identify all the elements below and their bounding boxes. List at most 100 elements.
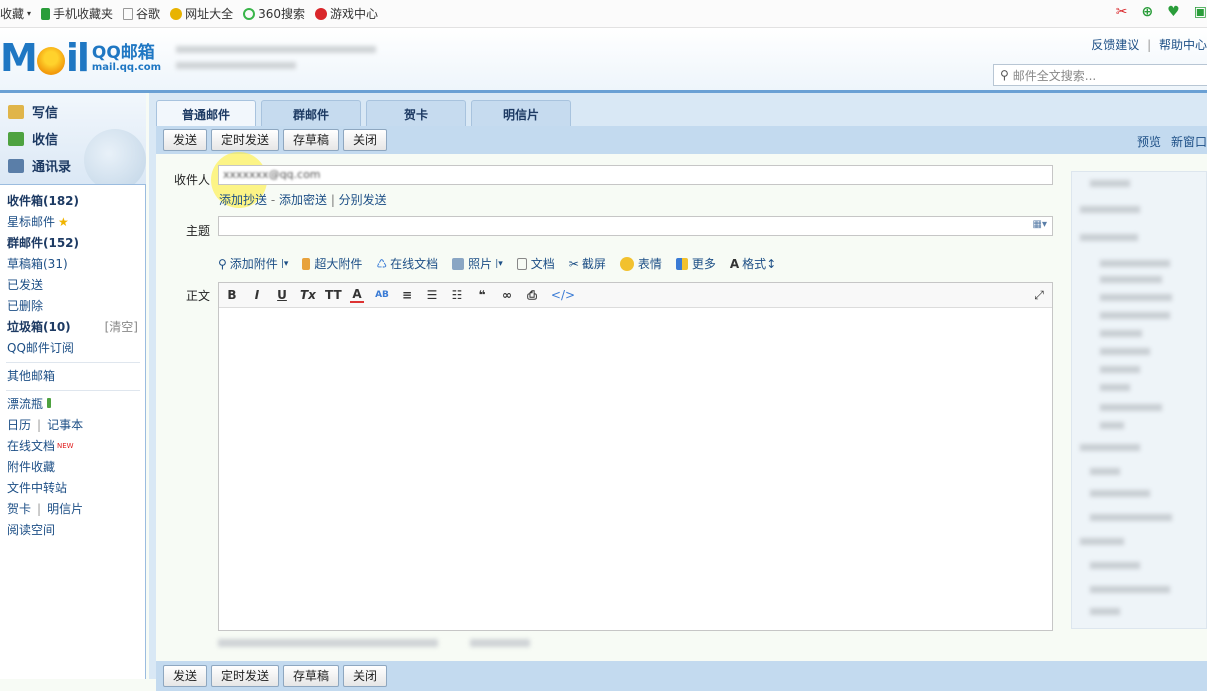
card-link[interactable]: 贺卡 xyxy=(7,502,31,516)
bookmark-360[interactable]: 360搜索 xyxy=(243,5,305,22)
new-badge: NEW xyxy=(57,442,74,450)
document-button[interactable]: 文档 xyxy=(516,255,555,272)
inbox-download-icon xyxy=(8,131,24,146)
bookmark-mobile[interactable]: 手机收藏夹 xyxy=(41,5,113,22)
mail-header: Mil QQ邮箱 mail.qq.com 反馈建议 | 帮助中心 ⚲ 邮件全文搜… xyxy=(0,28,1207,90)
gamepad-icon[interactable]: ▣ xyxy=(1194,4,1207,20)
close-button-bottom[interactable]: 关闭 xyxy=(343,665,388,687)
bookmark-favorites[interactable]: 收藏 ▾ xyxy=(0,5,31,22)
divider xyxy=(6,362,140,363)
indent-icon[interactable]: ☷ xyxy=(450,288,464,302)
arrow-icon xyxy=(170,7,183,20)
app-attachments[interactable]: 附件收藏 xyxy=(0,457,146,478)
body-editor[interactable]: B I U Tx TT A AB ≡ ☰ ☷ ❝ ∞ ⎙ </> ⤢ xyxy=(218,282,1053,631)
background-color-icon[interactable]: AB xyxy=(375,290,389,300)
add-cc-link[interactable]: 添加抄送 xyxy=(219,193,267,207)
add-attachment-button[interactable]: ⚲ 添加附件 |▾ xyxy=(218,255,288,272)
quote-icon[interactable]: ❝ xyxy=(475,288,489,302)
app-calendar-notes: 日历 | 记事本 xyxy=(7,418,84,432)
tab-postcard[interactable]: 明信片 xyxy=(471,100,571,127)
screenshot-icon: ✂ xyxy=(568,256,579,271)
attachment-toolbar: ⚲ 添加附件 |▾ 超大附件 ♺ 在线文档 照片 |▾ 文档 ✂ 截屏 表情 更多 A 格式… xyxy=(218,255,776,272)
save-draft-button-bottom[interactable]: 存草稿 xyxy=(283,665,340,687)
contacts-icon xyxy=(8,158,24,173)
compose-panel: 发送 定时发送 存草稿 关闭 预览 新窗口 收件人 xxxxxxx@qq.com… xyxy=(156,126,1207,691)
folder-starred[interactable]: 星标邮件 ★ xyxy=(0,212,146,233)
app-drift-bottle[interactable]: 漂流瓶 xyxy=(0,394,146,415)
app-file-transfer[interactable]: 文件中转站 xyxy=(0,478,146,499)
logo-mail-icon: Mil xyxy=(0,36,90,80)
scheduled-send-button-bottom[interactable]: 定时发送 xyxy=(211,665,280,687)
font-size-icon[interactable]: TT xyxy=(325,288,342,302)
penguin-mascot-icon xyxy=(84,129,146,184)
scissors-icon[interactable]: ✂ xyxy=(1116,4,1128,20)
clear-format-icon[interactable]: Tx xyxy=(300,288,316,302)
photo-button[interactable]: 照片 |▾ xyxy=(452,255,503,272)
translate-icon[interactable]: ⊕ xyxy=(1141,4,1153,20)
large-paperclip-icon xyxy=(302,257,311,270)
screenshot-button[interactable]: ✂ 截屏 xyxy=(569,255,606,272)
feedback-link[interactable]: 反馈建议 xyxy=(1091,38,1139,52)
search-input[interactable]: ⚲ 邮件全文搜索... xyxy=(993,64,1207,86)
add-bcc-link[interactable]: 添加密送 xyxy=(279,193,327,207)
scheduled-send-button[interactable]: 定时发送 xyxy=(211,129,280,151)
bookmark-hao[interactable]: 网址大全 xyxy=(170,5,233,22)
compose-button[interactable]: 写信 xyxy=(0,98,146,125)
folder-inbox[interactable]: 收件箱(182) xyxy=(0,191,146,212)
app-cards: 贺卡 | 明信片 xyxy=(7,502,84,516)
folder-subscriptions[interactable]: QQ邮件订阅 xyxy=(0,338,146,359)
folder-deleted[interactable]: 已删除 xyxy=(0,296,146,317)
font-color-icon[interactable]: A xyxy=(350,287,364,303)
large-attachment-button[interactable]: 超大附件 xyxy=(302,255,362,272)
qq-mail-logo[interactable]: Mil QQ邮箱 mail.qq.com xyxy=(0,36,161,80)
help-link[interactable]: 帮助中心 xyxy=(1159,38,1207,52)
send-button-bottom[interactable]: 发送 xyxy=(163,665,208,687)
tab-normal-mail[interactable]: 普通邮件 xyxy=(156,100,256,127)
save-draft-button[interactable]: 存草稿 xyxy=(283,129,340,151)
other-mailbox[interactable]: 其他邮箱 xyxy=(0,366,146,387)
source-code-icon[interactable]: </> xyxy=(550,288,576,302)
list-icon[interactable]: ☰ xyxy=(425,288,439,302)
page-icon xyxy=(123,7,134,20)
app-online-docs[interactable]: 在线文档 NEW xyxy=(0,436,146,457)
spam-clear-link[interactable]: [清空] xyxy=(105,317,138,338)
italic-icon[interactable]: I xyxy=(250,288,264,302)
underline-icon[interactable]: U xyxy=(275,288,289,302)
notes-link[interactable]: 记事本 xyxy=(47,418,83,432)
link-icon[interactable]: ∞ xyxy=(500,288,514,302)
postcard-link[interactable]: 明信片 xyxy=(47,502,83,516)
align-icon[interactable]: ≡ xyxy=(400,288,414,302)
separate-send-link[interactable]: 分别发送 xyxy=(339,193,387,207)
folder-drafts[interactable]: 草稿箱(31) xyxy=(0,254,146,275)
app-reading[interactable]: 阅读空间 xyxy=(0,520,146,541)
shield-icon[interactable]: ♥ xyxy=(1167,4,1180,20)
fullscreen-icon[interactable]: ⤢ xyxy=(1032,288,1046,303)
bold-icon[interactable]: B xyxy=(225,288,239,302)
preview-link[interactable]: 预览 xyxy=(1137,133,1161,150)
subject-field[interactable]: ▦▾ xyxy=(218,216,1053,236)
format-button[interactable]: A 格式 ↕ xyxy=(730,255,776,272)
emoji-button[interactable]: 表情 xyxy=(619,255,662,272)
new-window-link[interactable]: 新窗口 xyxy=(1171,133,1207,150)
online-doc-button[interactable]: ♺ 在线文档 xyxy=(376,255,438,272)
folder-sent[interactable]: 已发送 xyxy=(0,275,146,296)
folder-spam[interactable]: 垃圾箱(10) [清空] xyxy=(0,317,146,338)
folder-group[interactable]: 群邮件(152) xyxy=(0,233,146,254)
bookmark-games[interactable]: 游戏中心 xyxy=(314,5,378,22)
search-icon: ⚲ xyxy=(1000,68,1009,82)
bookmark-google[interactable]: 谷歌 xyxy=(123,5,160,22)
insert-icon[interactable]: ⎙ xyxy=(525,288,539,303)
font-format-icon: A xyxy=(729,256,740,271)
sidebar-actions: 写信 收信 通讯录 xyxy=(0,93,146,185)
calendar-link[interactable]: 日历 xyxy=(7,418,31,432)
close-button[interactable]: 关闭 xyxy=(343,129,388,151)
recipient-links: 添加抄送 - 添加密送 | 分别发送 xyxy=(219,193,387,207)
compose-tabs: 普通邮件 群邮件 贺卡 明信片 xyxy=(156,100,571,127)
grid-dropdown-icon[interactable]: ▦▾ xyxy=(1033,219,1047,230)
more-button[interactable]: 更多 xyxy=(675,255,716,272)
tab-greeting-card[interactable]: 贺卡 xyxy=(366,100,466,127)
send-button[interactable]: 发送 xyxy=(163,129,208,151)
chevron-down-icon: ▾ xyxy=(27,9,32,18)
to-field[interactable]: xxxxxxx@qq.com xyxy=(218,165,1053,185)
tab-group-mail[interactable]: 群邮件 xyxy=(261,100,361,127)
